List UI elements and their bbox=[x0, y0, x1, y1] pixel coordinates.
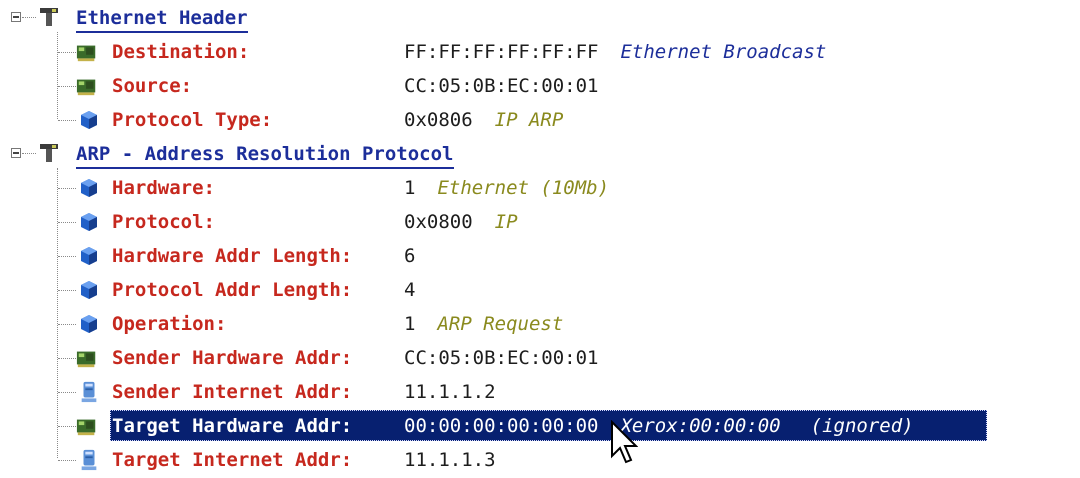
tree-field-source[interactable]: Source: CC:05:0B:EC:00:01 bbox=[0, 69, 1080, 103]
field-value: FF:FF:FF:FF:FF:FF bbox=[404, 41, 599, 63]
blue-cube-icon bbox=[81, 247, 97, 265]
filter-icon bbox=[40, 8, 58, 26]
field-description: Ethernet (10Mb) bbox=[437, 177, 610, 199]
tree-field-sender-internet-addr[interactable]: Sender Internet Addr: 11.1.1.2 bbox=[0, 375, 1080, 409]
field-name: Protocol Type: bbox=[112, 109, 273, 131]
field-note: (ignored) bbox=[810, 415, 914, 437]
network-card-icon bbox=[76, 419, 96, 436]
blue-cube-icon bbox=[81, 213, 97, 231]
group-title[interactable]: ARP - Address Resolution Protocol bbox=[76, 137, 454, 169]
field-value: 0x0806 bbox=[404, 109, 473, 131]
field-value: 00:00:00:00:00:00 bbox=[404, 415, 599, 437]
computer-icon bbox=[81, 381, 97, 403]
field-value: CC:05:0B:EC:00:01 bbox=[404, 347, 599, 369]
field-name: Protocol: bbox=[112, 211, 215, 233]
tree-group-arp[interactable]: ARP - Address Resolution Protocol bbox=[0, 137, 1080, 171]
field-description: ARP Request bbox=[437, 313, 564, 335]
network-card-icon bbox=[76, 45, 96, 62]
computer-icon bbox=[81, 449, 97, 471]
tree-field-protocol[interactable]: Protocol: 0x0800 IP bbox=[0, 205, 1080, 239]
field-description: IP ARP bbox=[494, 109, 564, 131]
filter-icon bbox=[40, 144, 58, 162]
field-value: 0x0800 bbox=[404, 211, 473, 233]
blue-cube-icon bbox=[81, 111, 97, 129]
field-value: 11.1.1.3 bbox=[404, 449, 496, 471]
tree-field-hardware[interactable]: Hardware: 1 Ethernet (10Mb) bbox=[0, 171, 1080, 205]
network-card-icon bbox=[76, 351, 96, 368]
field-value: CC:05:0B:EC:00:01 bbox=[404, 75, 599, 97]
field-name: Destination: bbox=[112, 41, 250, 63]
field-description: Xerox:00:00:00 bbox=[620, 415, 781, 437]
mouse-cursor-icon bbox=[611, 420, 638, 464]
network-card-icon bbox=[76, 79, 96, 96]
field-name: Hardware: bbox=[112, 177, 215, 199]
field-name: Source: bbox=[112, 75, 193, 97]
group-title[interactable]: Ethernet Header bbox=[76, 1, 248, 33]
field-name: Protocol Addr Length: bbox=[112, 279, 353, 301]
tree-field-target-internet-addr[interactable]: Target Internet Addr: 11.1.1.3 bbox=[0, 443, 1080, 477]
field-value: 6 bbox=[404, 245, 416, 267]
packet-decode-tree[interactable]: Ethernet Header Destination: FF:FF:FF:FF… bbox=[0, 0, 1080, 478]
tree-field-target-hardware-addr[interactable]: Target Hardware Addr: 00:00:00:00:00:00 X… bbox=[0, 409, 1080, 443]
field-description: Ethernet Broadcast bbox=[620, 41, 827, 63]
field-name: Target Hardware Addr: bbox=[112, 415, 353, 437]
tree-field-destination[interactable]: Destination: FF:FF:FF:FF:FF:FF Ethernet B… bbox=[0, 35, 1080, 69]
collapse-toggle-icon[interactable] bbox=[11, 12, 21, 22]
collapse-toggle-icon[interactable] bbox=[11, 148, 21, 158]
tree-field-sender-hardware-addr[interactable]: Sender Hardware Addr: CC:05:0B:EC:00:01 bbox=[0, 341, 1080, 375]
tree-field-hardware-addr-length[interactable]: Hardware Addr Length: 6 bbox=[0, 239, 1080, 273]
tree-field-operation[interactable]: Operation: 1 ARP Request bbox=[0, 307, 1080, 341]
field-name: Sender Internet Addr: bbox=[112, 381, 353, 403]
blue-cube-icon bbox=[81, 281, 97, 299]
blue-cube-icon bbox=[81, 179, 97, 197]
field-value: 1 bbox=[404, 177, 416, 199]
field-description: IP bbox=[494, 211, 518, 233]
tree-field-protocol-addr-length[interactable]: Protocol Addr Length: 4 bbox=[0, 273, 1080, 307]
field-name: Operation: bbox=[112, 313, 227, 335]
field-value: 4 bbox=[404, 279, 416, 301]
tree-group-ethernet-header[interactable]: Ethernet Header bbox=[0, 1, 1080, 35]
field-name: Hardware Addr Length: bbox=[112, 245, 353, 267]
blue-cube-icon bbox=[81, 315, 97, 333]
field-value: 1 bbox=[404, 313, 416, 335]
field-name: Sender Hardware Addr: bbox=[112, 347, 353, 369]
tree-field-protocol-type[interactable]: Protocol Type: 0x0806 IP ARP bbox=[0, 103, 1080, 137]
field-value: 11.1.1.2 bbox=[404, 381, 496, 403]
field-name: Target Internet Addr: bbox=[112, 449, 353, 471]
